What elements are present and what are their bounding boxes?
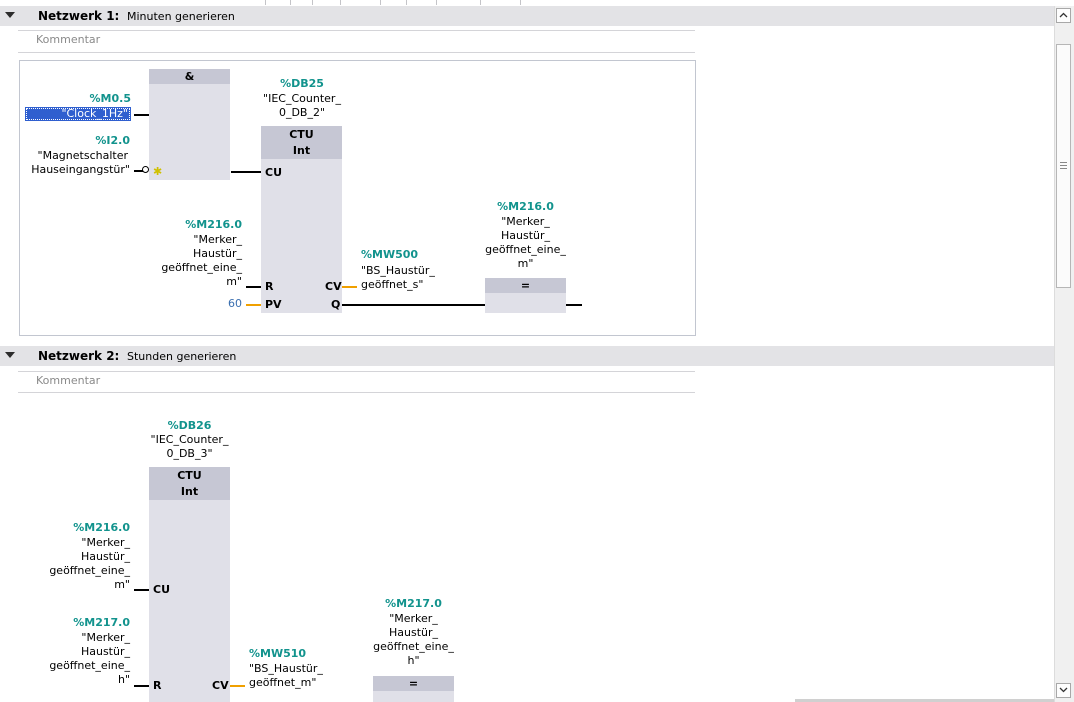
ctu-1-datatype[interactable]: Int	[261, 143, 342, 158]
network-2-comment[interactable]: Kommentar	[36, 374, 100, 387]
ctu-2-cu-name-line3[interactable]: geöffnet_eine_	[10, 564, 130, 578]
comment-divider-top	[18, 371, 695, 372]
counter-1-db-name-line2[interactable]: 0_DB_2"	[242, 106, 362, 120]
input-b-address[interactable]: %I2.0	[0, 134, 130, 147]
coil-1-name-line4[interactable]: m"	[465, 257, 586, 271]
ctu-1-r-name-line1[interactable]: "Merker_	[130, 233, 242, 247]
coil-1-name-line1[interactable]: "Merker_	[465, 215, 586, 229]
ctu-1-pin-cv: CV	[325, 280, 342, 293]
ctu-2-cv-name-line1[interactable]: "BS_Haustür_	[249, 662, 323, 676]
and-block-label: &	[149, 69, 230, 84]
ctu-1-pin-pv: PV	[265, 298, 282, 311]
ctu-1-pin-q: Q	[331, 298, 341, 311]
ctu-2-r-name-line2[interactable]: Haustür_	[10, 645, 130, 659]
input-a-wire	[134, 114, 149, 116]
ctu-2-cu-address[interactable]: %M216.0	[30, 521, 130, 534]
collapse-triangle-icon[interactable]	[5, 12, 15, 18]
ctu-2-r-name-line4[interactable]: h"	[10, 673, 130, 687]
coil-2-name-line4[interactable]: h"	[353, 654, 474, 668]
ctu-1-pv-value[interactable]: 60	[200, 297, 242, 310]
ctu-1-pv-wire	[246, 304, 261, 306]
coil-1-name-line3[interactable]: geöffnet_eine_	[465, 243, 586, 257]
ctu-1-r-name-line4[interactable]: m"	[130, 275, 242, 289]
input-b-name-line1[interactable]: "Magnetschalter	[0, 149, 128, 163]
ctu-2-type: CTU	[177, 469, 202, 482]
ctu-2-cv-name-line2[interactable]: geöffnet_m"	[249, 676, 316, 690]
comment-divider	[18, 52, 695, 53]
ctu-2-pin-r: R	[153, 679, 162, 692]
ctu-1-cv-address[interactable]: %MW500	[361, 248, 418, 261]
ctu-2-cu-wire	[134, 589, 149, 591]
input-a-address[interactable]: %M0.5	[0, 92, 131, 105]
network-1-header[interactable]: Netzwerk 1: Minuten generieren	[0, 6, 1054, 26]
coil-2-block[interactable]: =	[373, 676, 454, 702]
ctu-1-r-name-line2[interactable]: Haustür_	[130, 247, 242, 261]
chevron-up-icon[interactable]	[1056, 8, 1071, 23]
ctu-1-cv-wire	[342, 286, 357, 288]
counter-1-db-address[interactable]: %DB25	[262, 77, 342, 90]
ctu-2-pin-cu: CU	[153, 583, 171, 596]
ctu-block-1-header: CTU Int	[261, 126, 342, 159]
ctu-1-r-wire	[246, 286, 261, 288]
coil-1-name-line2[interactable]: Haustür_	[465, 229, 586, 243]
coil-2-name-line1[interactable]: "Merker_	[353, 612, 474, 626]
ctu-2-cv-address[interactable]: %MW510	[249, 647, 306, 660]
ctu-2-r-wire	[134, 685, 149, 687]
ctu-1-cv-name-line1[interactable]: "BS_Haustür_	[361, 264, 435, 278]
network-1-comment[interactable]: Kommentar	[36, 33, 100, 46]
network-2-label: Netzwerk 2:	[38, 349, 120, 363]
ctu-2-r-address[interactable]: %M217.0	[30, 616, 130, 629]
ctu-2-cu-name-line1[interactable]: "Merker_	[10, 536, 130, 550]
collapse-triangle-icon[interactable]	[5, 352, 15, 358]
insert-input-star-icon[interactable]: ✱	[153, 165, 162, 178]
network-2-header[interactable]: Netzwerk 2: Stunden generieren	[0, 346, 1054, 366]
ctu-2-cv-wire	[230, 685, 245, 687]
coil-2-name-line2[interactable]: Haustür_	[353, 626, 474, 640]
coil-1-output-wire	[566, 304, 582, 306]
counter-2-db-name-line2[interactable]: 0_DB_3"	[129, 447, 250, 461]
negation-circle-icon	[142, 166, 149, 173]
counter-2-db-name-line1[interactable]: "IEC_Counter_	[129, 433, 250, 447]
input-b-name-line2[interactable]: Hauseingangstür"	[0, 163, 130, 177]
ctu-2-pin-cv: CV	[212, 679, 229, 692]
ctu-2-r-name-line3[interactable]: geöffnet_eine_	[10, 659, 130, 673]
coil-2-symbol: =	[373, 676, 454, 691]
comment-divider	[18, 392, 695, 393]
scrollbar-thumb[interactable]	[1056, 44, 1071, 288]
network-1-title[interactable]: Minuten generieren	[127, 10, 235, 23]
coil-2-name-line3[interactable]: geöffnet_eine_	[353, 640, 474, 654]
counter-2-db-address[interactable]: %DB26	[149, 419, 230, 432]
coil-2-address[interactable]: %M217.0	[373, 597, 454, 610]
ctu-1-r-name-line3[interactable]: geöffnet_eine_	[130, 261, 242, 275]
ctu-2-r-name-line1[interactable]: "Merker_	[10, 631, 130, 645]
network-2-title[interactable]: Stunden generieren	[127, 350, 236, 363]
comment-divider-top	[18, 30, 695, 31]
ctu-1-q-wire	[342, 304, 485, 306]
and-block[interactable]: &	[149, 69, 230, 180]
ctu-2-cu-name-line4[interactable]: m"	[10, 578, 130, 592]
chevron-down-icon[interactable]	[1056, 683, 1071, 698]
coil-1-block[interactable]: =	[485, 278, 566, 313]
counter-1-db-name-line1[interactable]: "IEC_Counter_	[242, 92, 362, 106]
ctu-2-cu-name-line2[interactable]: Haustür_	[10, 550, 130, 564]
network-1-label: Netzwerk 1:	[38, 9, 120, 23]
ctu-1-cv-name-line2[interactable]: geöffnet_s"	[361, 278, 423, 292]
ctu-1-type: CTU	[289, 128, 314, 141]
ctu-2-datatype[interactable]: Int	[149, 484, 230, 499]
ctu-block-2-header: CTU Int	[149, 467, 230, 500]
ctu-1-r-address[interactable]: %M216.0	[150, 218, 242, 231]
coil-1-address[interactable]: %M216.0	[485, 200, 566, 213]
ctu-1-pin-r: R	[265, 280, 274, 293]
coil-1-symbol: =	[485, 278, 566, 293]
input-a-name[interactable]: "Clock_1Hz"	[25, 107, 131, 121]
ctu-1-pin-cu: CU	[265, 166, 283, 179]
and-output-wire	[231, 171, 261, 173]
